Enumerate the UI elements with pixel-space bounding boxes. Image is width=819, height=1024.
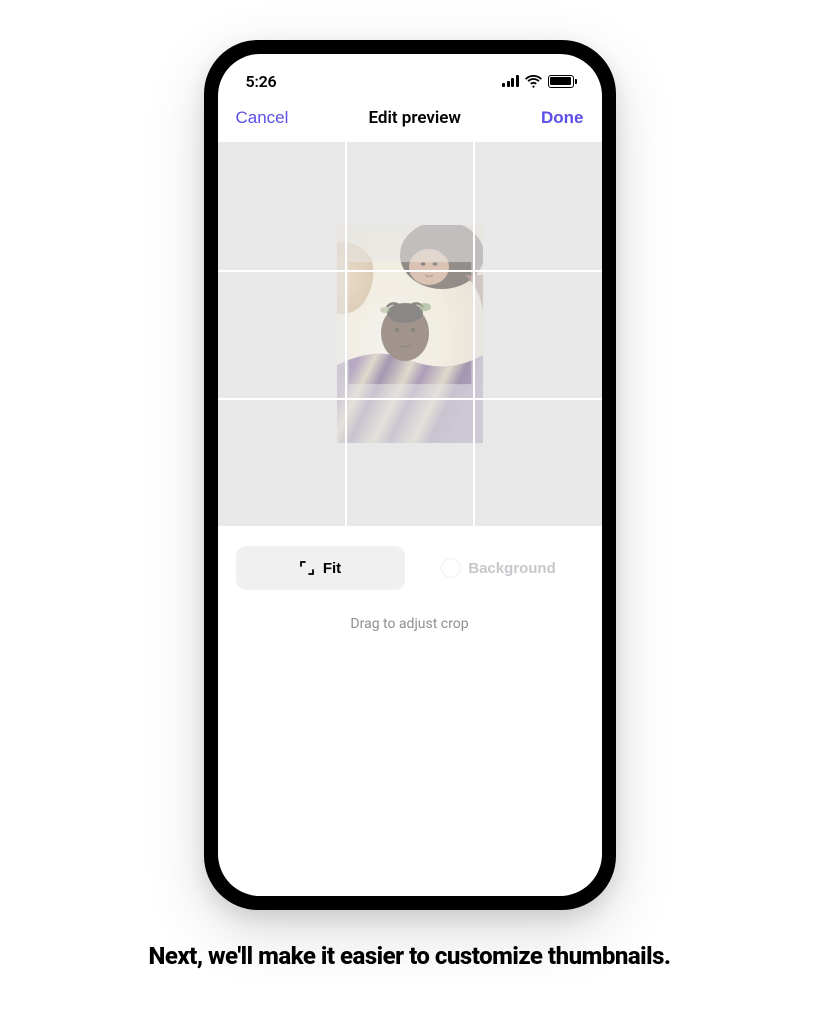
crop-area[interactable] — [218, 142, 602, 526]
grid-line-vertical — [345, 142, 347, 526]
nav-title: Edit preview — [368, 108, 461, 128]
status-bar: 5:26 — [218, 54, 602, 98]
fit-icon — [299, 560, 315, 576]
cancel-button[interactable]: Cancel — [236, 108, 289, 128]
battery-icon — [548, 75, 574, 88]
fit-button[interactable]: Fit — [236, 546, 405, 590]
grid-line-vertical — [473, 142, 475, 526]
photo-preview[interactable] — [337, 225, 483, 443]
status-time: 5:26 — [246, 72, 277, 91]
grid-line-horizontal — [218, 398, 602, 400]
phone-frame: 5:26 — [204, 40, 616, 910]
grid-line-horizontal — [218, 270, 602, 272]
cellular-signal-icon — [502, 75, 519, 87]
background-swatch-icon — [442, 559, 460, 577]
screen: 5:26 — [218, 54, 602, 896]
done-button[interactable]: Done — [541, 108, 584, 128]
status-icons — [502, 75, 574, 88]
caption-text: Next, we'll make it easier to customize … — [148, 942, 670, 970]
wifi-icon — [525, 75, 542, 88]
fit-button-label: Fit — [323, 560, 341, 577]
nav-bar: Cancel Edit preview Done — [218, 98, 602, 142]
crop-hint-text: Drag to adjust crop — [218, 590, 602, 632]
background-button-label: Background — [468, 560, 556, 577]
background-button[interactable]: Background — [415, 546, 584, 590]
controls-row: Fit Background — [218, 526, 602, 590]
